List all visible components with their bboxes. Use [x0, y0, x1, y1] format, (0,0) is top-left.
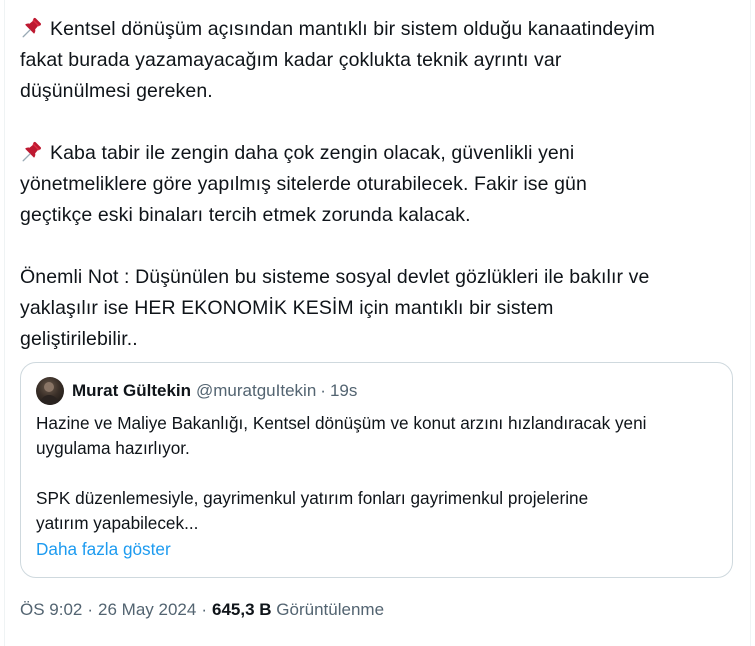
quoted-line: uygulama hazırlıyor.: [36, 438, 190, 458]
tweet-metadata: ÖS 9:02 · 26 May 2024 · 645,3 B Görüntülenme: [20, 598, 384, 622]
show-more-link[interactable]: Daha fazla göster: [36, 537, 171, 562]
tweet-paragraph-2: Kaba tabir ile zengin daha çok zengin ol…: [20, 138, 735, 231]
avatar-photo-icon: [40, 382, 59, 405]
quoted-line: Hazine ve Maliye Bakanlığı, Kentsel dönü…: [36, 413, 647, 433]
quoted-line: yatırım yapabilecek...: [36, 513, 199, 533]
tweet-line: fakat burada yazamayacağım kadar çoklukt…: [20, 49, 562, 71]
quoted-tweet-header: Murat Gültekin @muratguItekin · 19s: [36, 377, 357, 405]
tweet-line: Kaba tabir ile zengin daha çok zengin ol…: [50, 142, 575, 164]
tweet-line: geçtikçe eski binaları tercih etmek zoru…: [20, 204, 471, 226]
tweet-line: geliştirilebilir..: [20, 328, 138, 350]
quoted-author-handle[interactable]: @muratguItekin: [196, 381, 316, 401]
header-separator: ·: [320, 381, 326, 400]
tweet-timestamp-date[interactable]: 26 May 2024: [98, 600, 196, 619]
quoted-line: SPK düzenlemesiyle, gayrimenkul yatırım …: [36, 488, 589, 508]
quoted-tweet-time[interactable]: 19s: [330, 381, 357, 401]
avatar[interactable]: [36, 377, 64, 405]
pushpin-icon: [22, 17, 42, 38]
meta-separator: ·: [87, 600, 94, 619]
tweet-text: Kentsel dönüşüm açısından mantıklı bir s…: [20, 14, 735, 355]
tweet-paragraph-1: Kentsel dönüşüm açısından mantıklı bir s…: [20, 14, 735, 107]
tweet-line: düşünülmesi gereken.: [20, 80, 213, 102]
meta-separator: ·: [201, 600, 208, 619]
views-count: 645,3 B: [212, 600, 272, 619]
tweet-paragraph-3: Önemli Not : Düşünülen bu sisteme sosyal…: [20, 262, 735, 355]
views-label: Görüntülenme: [276, 600, 385, 619]
tweet-line: Kentsel dönüşüm açısından mantıklı bir s…: [50, 18, 655, 40]
quoted-tweet-card[interactable]: Murat Gültekin @muratguItekin · 19s Hazi…: [20, 362, 733, 578]
tweet-timestamp-time[interactable]: ÖS 9:02: [20, 600, 82, 619]
quoted-author-name[interactable]: Murat Gültekin: [72, 381, 191, 401]
tweet-line: yönetmeliklere göre yapılmış sitelerde o…: [20, 173, 587, 195]
quoted-paragraph-1: Hazine ve Maliye Bakanlığı, Kentsel dönü…: [36, 411, 721, 461]
quoted-paragraph-2: SPK düzenlemesiyle, gayrimenkul yatırım …: [36, 486, 721, 536]
tweet-line: yaklaşılır ise HER EKONOMİK KESİM için m…: [20, 297, 554, 319]
pushpin-icon: [22, 141, 42, 162]
tweet-line: Önemli Not : Düşünülen bu sisteme sosyal…: [20, 266, 650, 288]
